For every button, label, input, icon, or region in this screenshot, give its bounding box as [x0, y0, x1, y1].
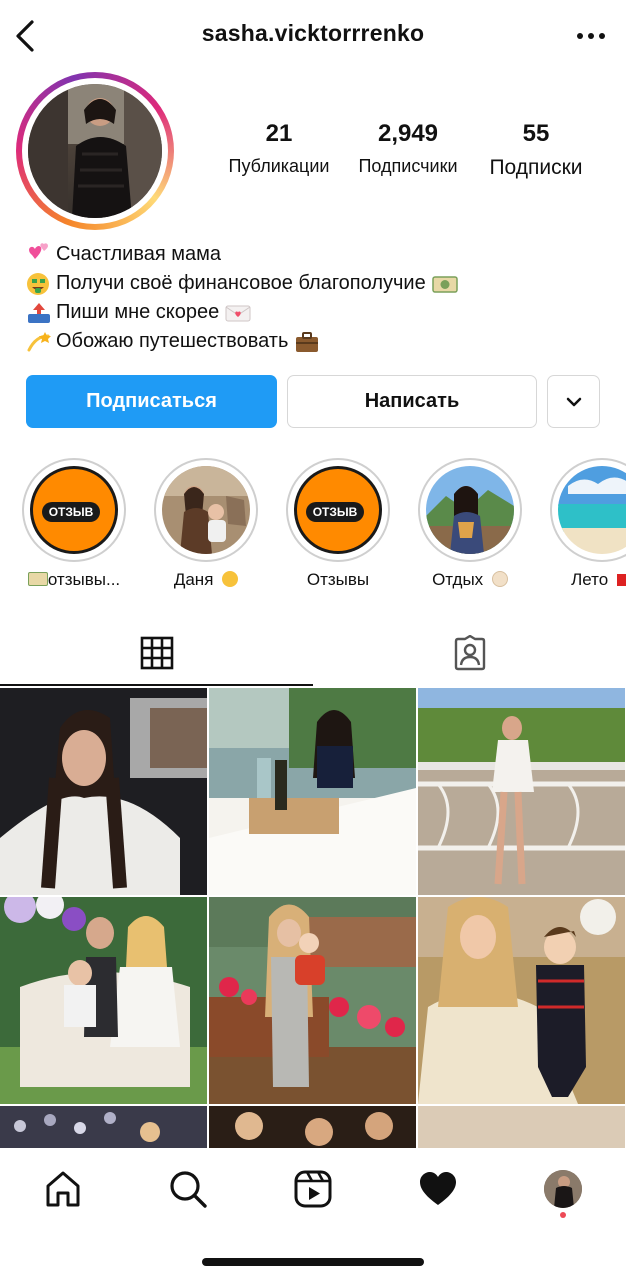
highlight-cover: ОТЗЫВ: [294, 466, 382, 554]
highlight-cover: ОТЗЫВ: [30, 466, 118, 554]
bio-line: Пиши мне скорее: [26, 298, 458, 327]
follow-button[interactable]: Подписаться: [26, 375, 277, 428]
nav-profile[interactable]: [538, 1164, 588, 1218]
suggested-accounts-button[interactable]: [547, 375, 600, 428]
briefcase-icon: [294, 330, 320, 354]
post-thumbnail[interactable]: [0, 1106, 207, 1148]
dizzy-icon: [26, 330, 52, 354]
bio-line: Обожаю путешествовать: [26, 327, 458, 356]
highlight-label: Отдых: [418, 570, 522, 590]
posts-count: 21 Публикации: [228, 120, 330, 176]
bride-emoji-icon: [491, 571, 508, 587]
heart-icon: [420, 1172, 456, 1205]
avatar-photo: [28, 84, 162, 218]
avatar: [544, 1170, 582, 1208]
highlight-label: Лето: [550, 570, 626, 590]
search-icon: [170, 1171, 207, 1208]
more-options-button[interactable]: [574, 28, 608, 44]
following-count[interactable]: 55 Подписки: [480, 120, 592, 180]
story-highlight[interactable]: ОТЗЫВ отзывы...: [22, 458, 126, 590]
money-mouth-face-icon: [26, 272, 52, 296]
nav-home[interactable]: [38, 1164, 88, 1214]
story-highlight[interactable]: Даня: [154, 458, 258, 590]
post-thumbnail[interactable]: [0, 897, 207, 1104]
flag-emoji-icon: [616, 574, 626, 586]
home-indicator: [202, 1258, 424, 1266]
reels-icon: [294, 1170, 332, 1208]
nav-reels[interactable]: [288, 1164, 338, 1214]
post-thumbnail[interactable]: [209, 1106, 416, 1148]
tab-posts-grid[interactable]: [0, 620, 313, 686]
chevron-down-icon: [566, 397, 581, 406]
love-letter-icon: [225, 301, 251, 325]
bio-line: Счастливая мама: [26, 240, 458, 269]
bio-line: Получи своё финансовое благополучие: [26, 269, 458, 298]
profile-bio: Счастливая мама Получи своё финансовое б…: [26, 240, 458, 356]
tab-tagged[interactable]: [313, 620, 626, 686]
profile-header: sasha.vicktorrrenko: [0, 0, 626, 72]
story-highlight[interactable]: Отдых: [418, 458, 522, 590]
more-horizontal-icon: [577, 33, 605, 39]
post-thumbnail[interactable]: [209, 897, 416, 1104]
highlight-cover: [162, 466, 250, 554]
grid-icon: [140, 636, 173, 670]
nav-search[interactable]: [163, 1164, 213, 1214]
active-tab-indicator: [0, 684, 313, 686]
profile-tabs: [0, 620, 626, 686]
post-thumbnail[interactable]: [209, 688, 416, 895]
post-thumbnail[interactable]: [0, 688, 207, 895]
story-highlight[interactable]: ОТЗЫВ Отзывы: [286, 458, 390, 590]
bottom-navigation: [0, 1148, 626, 1232]
profile-avatar[interactable]: [16, 72, 174, 230]
two-hearts-icon: [26, 242, 52, 267]
highlight-label: отзывы...: [22, 570, 126, 590]
story-highlight[interactable]: Лето: [550, 458, 626, 590]
highlight-cover: [426, 466, 514, 554]
notification-dot: [560, 1212, 566, 1218]
home-icon: [46, 1171, 80, 1207]
highlight-cover: [558, 466, 626, 554]
highlight-label: Даня: [154, 570, 258, 590]
posts-grid: [0, 688, 626, 1148]
money-bill-icon: [431, 272, 458, 296]
outbox-tray-icon: [26, 301, 52, 325]
message-button[interactable]: Написать: [287, 375, 537, 428]
highlight-label: Отзывы: [306, 570, 370, 589]
followers-count[interactable]: 2,949 Подписчики: [350, 120, 466, 177]
tagged-user-icon: [454, 635, 485, 671]
nav-activity[interactable]: [413, 1164, 463, 1214]
post-thumbnail[interactable]: [418, 688, 625, 895]
post-thumbnail[interactable]: [418, 1106, 625, 1148]
prince-emoji-icon: [222, 571, 239, 587]
post-thumbnail[interactable]: [418, 897, 625, 1104]
profile-username: sasha.vicktorrrenko: [201, 20, 425, 46]
money-bill-icon: [27, 572, 48, 586]
